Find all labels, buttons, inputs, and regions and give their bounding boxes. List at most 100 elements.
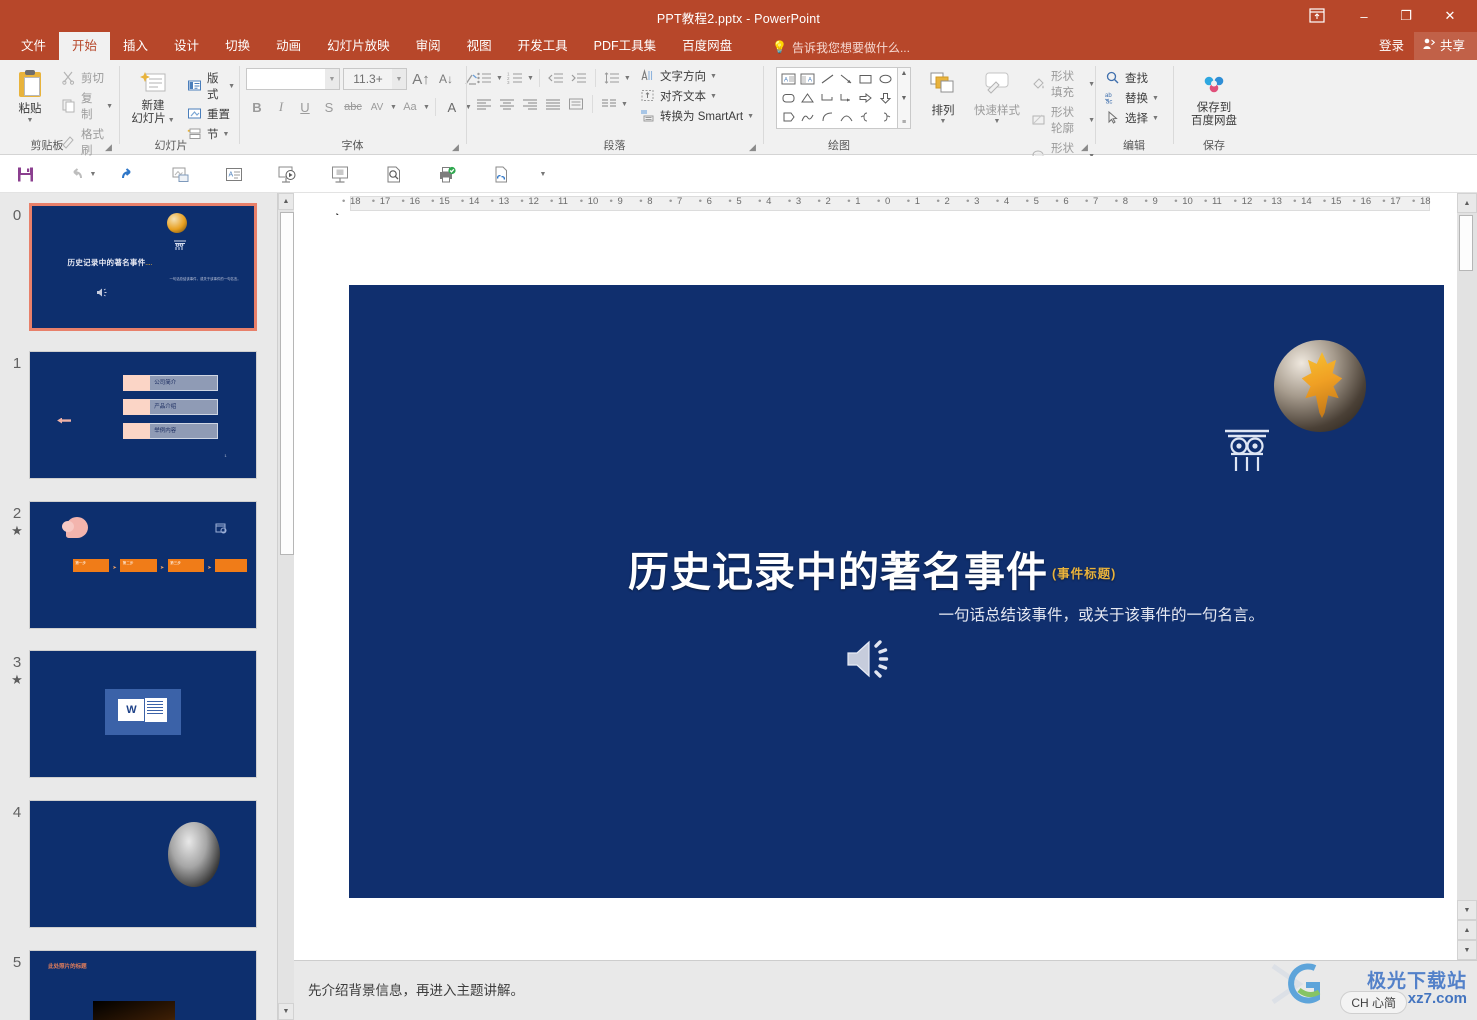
italic-button[interactable]: I: [270, 96, 292, 118]
shape-rectangle-icon[interactable]: [856, 70, 875, 89]
save-to-baidu-netdisk-button[interactable]: 保存到 百度网盘: [1182, 68, 1246, 128]
thumbnail-scroll-down-button[interactable]: ▼: [278, 1003, 294, 1020]
hyperlink-button[interactable]: [486, 160, 516, 188]
copy-button[interactable]: 复制 ▼: [58, 88, 116, 124]
thumbnail-preview[interactable]: 公司简介 产品介绍 举例内容 1: [29, 351, 257, 479]
tab-developer[interactable]: 开发工具: [505, 32, 581, 60]
shape-fill-button[interactable]: 形状填充 ▼: [1028, 66, 1098, 102]
replace-button[interactable]: ab ac 替换 ▼: [1102, 88, 1170, 108]
slide-scroll-down-button[interactable]: ▼: [1457, 900, 1477, 920]
notes-text[interactable]: 先介绍背景信息，再进入主题讲解。: [308, 979, 524, 999]
convert-to-smartart-button[interactable]: 转换为 SmartArt ▼: [637, 106, 759, 126]
thumbnail-slide-4[interactable]: 4: [0, 800, 278, 940]
thumbnail-scroll-up-button[interactable]: ▲: [278, 193, 294, 210]
font-dialog-launcher[interactable]: ◢: [452, 142, 462, 152]
ime-indicator[interactable]: CH 心简: [1340, 991, 1407, 1014]
present-button[interactable]: [325, 160, 355, 188]
reset-button[interactable]: 重置: [184, 104, 238, 124]
bullets-caret-icon[interactable]: ▼: [496, 75, 503, 82]
shape-elbow-arrow-icon[interactable]: [837, 89, 856, 108]
font-size-box[interactable]: 11.3+ ▼: [343, 68, 407, 90]
change-case-caret-icon[interactable]: ▼: [423, 104, 430, 111]
drawing-dialog-launcher[interactable]: ◢: [1081, 142, 1091, 152]
shapes-gallery-scroll[interactable]: ▲ ▼ ≡: [898, 67, 911, 129]
shapes-grid[interactable]: A A: [776, 67, 898, 129]
thumbnail-scrollbar-thumb[interactable]: [280, 212, 294, 555]
justify-button[interactable]: [542, 94, 564, 114]
align-text-button[interactable]: 对齐文本 ▼: [637, 86, 759, 106]
text-shadow-button[interactable]: S: [318, 96, 340, 118]
arrange-button[interactable]: 排列 ▼: [919, 66, 967, 125]
shape-vertical-textbox-icon[interactable]: A: [798, 70, 817, 89]
shape-arrow-icon[interactable]: [837, 70, 856, 89]
share-button[interactable]: 共享: [1413, 32, 1477, 60]
speaker-audio-icon[interactable]: [844, 635, 898, 683]
increase-font-size-button[interactable]: A↑: [410, 68, 432, 90]
change-case-button[interactable]: Aa: [399, 96, 421, 118]
strikethrough-button[interactable]: abc: [342, 96, 364, 118]
columns-button[interactable]: [598, 94, 620, 114]
slide-subtitle-text[interactable]: 一句话总结该事件，或关于该事件的一句名言。: [914, 605, 1264, 627]
tab-design[interactable]: 设计: [161, 32, 212, 60]
tab-file[interactable]: 文件: [8, 32, 59, 60]
shape-line-icon[interactable]: [818, 70, 837, 89]
ribbon-display-options-icon[interactable]: [1307, 7, 1327, 25]
bold-button[interactable]: B: [246, 96, 268, 118]
start-slideshow-button[interactable]: [272, 160, 302, 188]
font-name-box[interactable]: ▼: [246, 68, 340, 90]
thumbnail-slide-1[interactable]: 1 公司简介 产品介绍 举例内容 1: [0, 351, 278, 491]
shape-oval-icon[interactable]: [876, 70, 895, 89]
font-size-dropdown-icon[interactable]: ▼: [392, 69, 406, 89]
layout-button[interactable]: 版式 ▼: [184, 68, 238, 104]
print-preview-button[interactable]: [379, 160, 409, 188]
thumbnail-preview[interactable]: 此处照片的标题 2 此处输入对照片的简要说明，或对本页内容的补充说明文字内容。: [29, 950, 257, 1020]
decrease-indent-button[interactable]: [545, 68, 567, 88]
quick-styles-button[interactable]: 快速样式 ▼: [970, 66, 1024, 125]
thumbnail-preview[interactable]: W: [29, 650, 257, 778]
select-button[interactable]: 选择 ▼: [1102, 108, 1170, 128]
shape-down-arrow-icon[interactable]: [876, 89, 895, 108]
tab-review[interactable]: 审阅: [403, 32, 454, 60]
customize-qat-icon[interactable]: ▼: [538, 160, 548, 188]
thumbnail-preview[interactable]: 第一步 ➤ 第二步 ➤ 第三步 ➤: [29, 501, 257, 629]
character-spacing-button[interactable]: AV: [366, 96, 388, 118]
thumbnail-slide-2[interactable]: 2 ★ 第一步 ➤ 第二步 ➤ 第三步 ➤: [0, 501, 278, 641]
insert-screenshot-button[interactable]: [166, 160, 196, 188]
slide-title-text[interactable]: 历史记录中的著名事件 (事件标题): [628, 538, 1116, 598]
font-name-dropdown-icon[interactable]: ▼: [325, 69, 339, 89]
shapes-scroll-up-icon[interactable]: ▲: [901, 70, 908, 77]
close-button[interactable]: ✕: [1427, 1, 1473, 31]
minimize-button[interactable]: –: [1343, 1, 1385, 31]
shape-rounded-rect-icon[interactable]: [779, 89, 798, 108]
character-spacing-caret-icon[interactable]: ▼: [390, 104, 397, 111]
tab-home[interactable]: 开始: [59, 32, 111, 60]
numbering-caret-icon[interactable]: ▼: [527, 75, 534, 82]
shape-right-brace-icon[interactable]: [876, 107, 895, 126]
columns-caret-icon[interactable]: ▼: [621, 101, 628, 108]
find-button[interactable]: 查找: [1102, 68, 1170, 88]
align-left-button[interactable]: [473, 94, 495, 114]
thumbnail-preview[interactable]: 历史记录中的著名事件.... 一句话总结该事件，或关于该事件的一句名言。: [29, 203, 257, 331]
cut-button[interactable]: 剪切: [58, 68, 116, 88]
tab-transitions[interactable]: 切换: [212, 32, 263, 60]
align-right-button[interactable]: [519, 94, 541, 114]
text-direction-button[interactable]: 文字方向 ▼: [637, 66, 759, 86]
thumbnail-pane-scrollbar[interactable]: ▲ ▼: [277, 193, 294, 1020]
sign-in-button[interactable]: 登录: [1369, 32, 1414, 60]
shape-textbox-icon[interactable]: A: [779, 70, 798, 89]
slide-thumbnail-pane[interactable]: 0 历史记录中的著名事件.... 一句话总结该事件，或关于该事件的一句名言。 1: [0, 193, 294, 1020]
shape-freeform-icon[interactable]: [798, 107, 817, 126]
align-center-button[interactable]: [496, 94, 518, 114]
maximize-button[interactable]: ❐: [1385, 1, 1427, 31]
tab-slideshow[interactable]: 幻灯片放映: [314, 32, 403, 60]
tab-animations[interactable]: 动画: [263, 32, 314, 60]
new-slide-button[interactable]: 新建 幻灯片 ▼: [126, 66, 180, 126]
undo-dropdown-icon[interactable]: ▼: [88, 160, 98, 188]
slide-scrollbar-thumb[interactable]: [1459, 215, 1473, 271]
shapes-more-icon[interactable]: ≡: [902, 119, 906, 126]
shape-pentagon-icon[interactable]: [779, 107, 798, 126]
quick-print-button[interactable]: [432, 160, 462, 188]
shape-arc-icon[interactable]: [818, 107, 837, 126]
font-name-input[interactable]: [247, 69, 325, 89]
shape-right-arrow-icon[interactable]: [856, 89, 875, 108]
